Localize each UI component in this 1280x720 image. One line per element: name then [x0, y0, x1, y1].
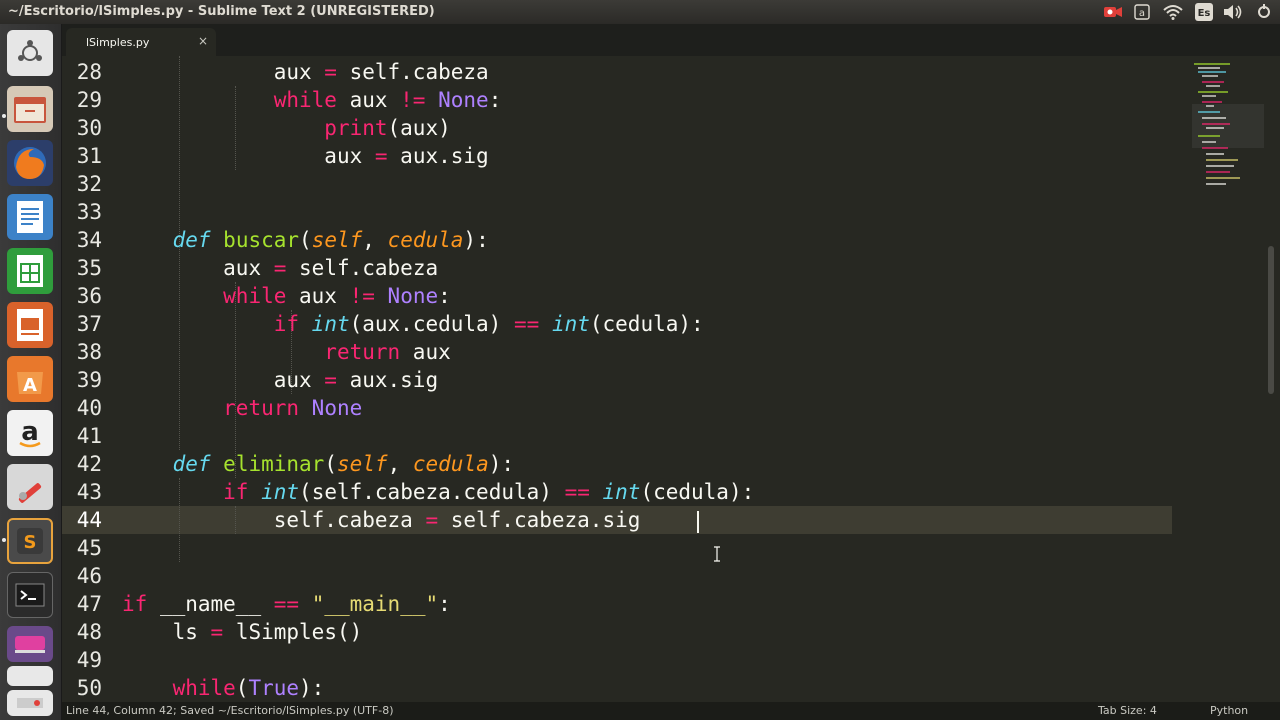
files-icon[interactable]: [7, 86, 53, 132]
code-line-30: print(aux): [324, 116, 451, 140]
code-line-47: if __name__ == "__main__":: [122, 592, 451, 616]
impress-icon[interactable]: [7, 302, 53, 348]
syntax-selector[interactable]: Python: [1210, 704, 1248, 717]
app-icon[interactable]: [7, 626, 53, 662]
svg-text:a: a: [1139, 8, 1145, 19]
line-number: 34: [76, 228, 102, 252]
software-center-icon[interactable]: A: [7, 356, 53, 402]
line-number: 30: [76, 116, 102, 140]
dash-icon[interactable]: [7, 30, 53, 76]
code-line-42: def eliminar(self, cedula):: [172, 452, 515, 476]
code-line-28: aux = self.cabeza: [273, 60, 489, 84]
keyboard-layout-label: Es: [1198, 8, 1211, 19]
minimap[interactable]: [1190, 56, 1270, 196]
tab-label: lSimples.py: [86, 36, 150, 49]
close-icon[interactable]: ×: [198, 34, 208, 48]
line-number: 47: [76, 592, 102, 616]
line-number: 41: [76, 424, 102, 448]
line-number: 45: [76, 536, 102, 560]
running-pip: [2, 538, 6, 542]
vertical-scrollbar[interactable]: [1268, 246, 1274, 394]
running-pip: [2, 114, 6, 118]
line-number: 29: [76, 88, 102, 112]
app-icon[interactable]: [7, 690, 53, 716]
window-title: ~/Escritorio/lSimples.py - Sublime Text …: [8, 4, 435, 19]
text-input-icon[interactable]: a: [1132, 3, 1152, 21]
line-number: 38: [76, 340, 102, 364]
code-line-31: aux = aux.sig: [324, 144, 489, 168]
volume-icon[interactable]: [1222, 3, 1244, 21]
line-number: 36: [76, 284, 102, 308]
app-icon[interactable]: [7, 666, 53, 686]
tab-bar: lSimples.py ×: [62, 24, 1280, 56]
editor[interactable]: 28 29 30 31 32 33 34 35 36 37 38 39 40 4…: [62, 56, 1280, 702]
line-number-gutter: 28 29 30 31 32 33 34 35 36 37 38 39 40 4…: [62, 56, 110, 702]
code-line-43: if int(self.cabeza.cedula) == int(cedula…: [223, 480, 755, 504]
code-line-38: return aux: [324, 340, 451, 364]
line-number: 28: [76, 60, 102, 84]
code-line-35: aux = self.cabeza: [223, 256, 439, 280]
code-line-39: aux = aux.sig: [273, 368, 439, 392]
amazon-icon[interactable]: a: [7, 410, 53, 456]
keyboard-icon[interactable]: Es: [1194, 3, 1214, 21]
top-panel: ~/Escritorio/lSimples.py - Sublime Text …: [0, 0, 1280, 24]
code-line-40: return None: [223, 396, 363, 420]
wifi-icon[interactable]: [1162, 3, 1184, 21]
code-line-48: ls = lSimples(): [172, 620, 363, 644]
svg-text:a: a: [21, 417, 39, 447]
svg-text:A: A: [23, 375, 37, 396]
line-number-active: 44: [76, 508, 102, 532]
system-settings-icon[interactable]: [7, 464, 53, 510]
line-number: 32: [76, 172, 102, 196]
line-number: 42: [76, 452, 102, 476]
sublime-text-icon[interactable]: S: [7, 518, 53, 564]
line-number: 50: [76, 676, 102, 700]
ibeam-cursor-icon: [714, 546, 720, 562]
calc-icon[interactable]: [7, 248, 53, 294]
line-number: 39: [76, 368, 102, 392]
line-number: 33: [76, 200, 102, 224]
launcher: A a S: [0, 24, 62, 720]
code-line-36: while aux != None:: [223, 284, 451, 308]
line-number: 43: [76, 480, 102, 504]
code-line-50: while(True):: [172, 676, 325, 700]
line-number: 48: [76, 620, 102, 644]
line-number: 46: [76, 564, 102, 588]
status-text: Line 44, Column 42; Saved ~/Escritorio/l…: [66, 704, 394, 717]
firefox-icon[interactable]: [7, 140, 53, 186]
line-number: 40: [76, 396, 102, 420]
text-caret: [697, 511, 699, 533]
recording-icon[interactable]: [1102, 3, 1124, 21]
svg-text:S: S: [24, 532, 37, 553]
writer-icon[interactable]: [7, 194, 53, 240]
code-line-37: if int(aux.cedula) == int(cedula):: [273, 312, 704, 336]
code-line-34: def buscar(self, cedula):: [172, 228, 489, 252]
tab-lsimples[interactable]: lSimples.py ×: [66, 28, 216, 56]
line-number: 49: [76, 648, 102, 672]
line-number: 31: [76, 144, 102, 168]
code-line-29: while aux != None:: [273, 88, 502, 112]
settings-icon[interactable]: [1254, 3, 1274, 21]
line-number: 35: [76, 256, 102, 280]
terminal-icon[interactable]: [7, 572, 53, 618]
line-number: 37: [76, 312, 102, 336]
tab-size-selector[interactable]: Tab Size: 4: [1098, 704, 1157, 717]
code-line-44: self.cabeza = self.cabeza.sig: [273, 508, 641, 532]
status-bar: Line 44, Column 42; Saved ~/Escritorio/l…: [62, 702, 1280, 720]
